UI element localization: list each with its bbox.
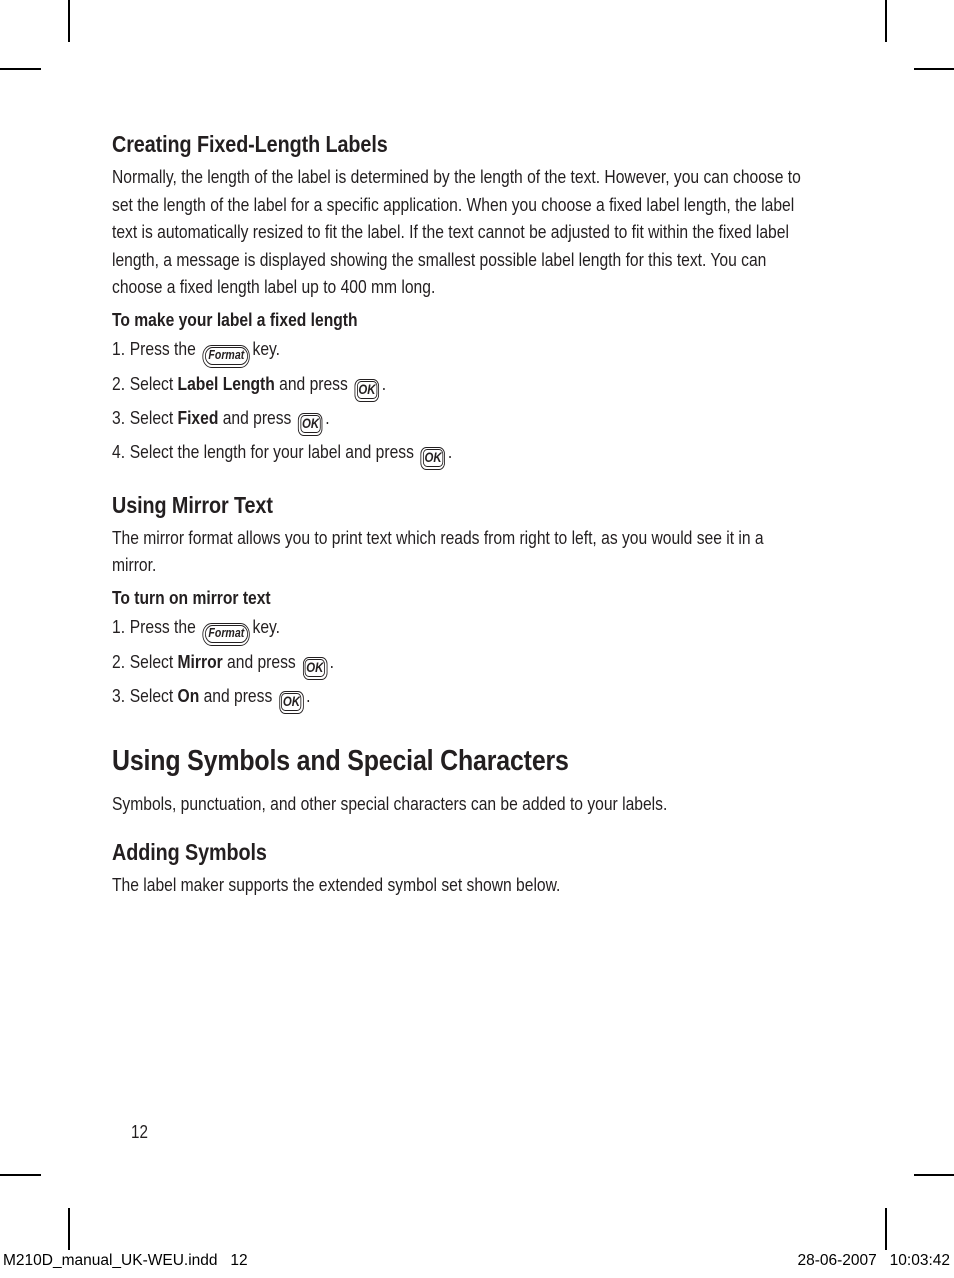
step-text-tail: .	[306, 684, 311, 706]
menu-item-name: Label Length	[177, 372, 275, 394]
step-text-tail: .	[329, 650, 334, 672]
subheading-to-turn-on-mirror-text: To turn on mirror text	[112, 586, 271, 608]
ok-key-icon: OK	[279, 690, 304, 714]
imposition-footer-timestamp: 28-06-2007 10:03:42	[797, 1252, 950, 1269]
step-text: Select the length for your label and pre…	[129, 440, 414, 462]
list-item: 1. Press the Format key.	[112, 333, 812, 368]
step-number: 3.	[112, 406, 126, 428]
subheading-to-make-your-label-a-fixed-length: To make your label a fixed length	[112, 308, 358, 330]
format-key-label: Format	[208, 625, 245, 640]
list-item: 4. Select the length for your label and p…	[112, 436, 812, 470]
format-key-label: Format	[208, 347, 245, 362]
section-heading-adding-symbols: Adding Symbols	[112, 839, 267, 865]
step-text-tail: key.	[252, 337, 281, 359]
ok-key-label: OK	[306, 659, 324, 675]
step-text-tail: .	[381, 372, 387, 394]
ok-key-label: OK	[282, 693, 300, 709]
step-text: Select	[129, 372, 174, 394]
step-text-mid: and press	[222, 406, 292, 428]
step-number: 1.	[112, 337, 126, 359]
section-body-using-symbols: Symbols, punctuation, and other special …	[112, 792, 668, 814]
step-text: Press the	[129, 337, 196, 359]
step-number: 1.	[112, 615, 126, 637]
step-number: 2.	[112, 372, 126, 394]
step-number: 3.	[112, 684, 126, 706]
crop-mark-top-right-horizontal	[914, 68, 954, 70]
format-key-icon: Format	[202, 622, 250, 646]
step-text-mid: and press	[227, 650, 296, 672]
ok-key-icon: OK	[420, 446, 446, 470]
crop-mark-bottom-right-vertical	[885, 1208, 887, 1250]
step-text-mid: and press	[279, 372, 348, 394]
crop-mark-bottom-right-horizontal	[914, 1174, 954, 1176]
step-text: Select	[129, 684, 174, 706]
list-item: 3. Select On and press OK.	[112, 680, 812, 714]
step-list-fixed-length: 1. Press the Format key. 2. Select Label Le…	[112, 333, 812, 470]
chapter-heading-using-symbols-and-special-characters: Using Symbols and Special Characters	[112, 744, 569, 777]
step-number: 4.	[112, 440, 126, 462]
ok-key-icon: OK	[302, 656, 328, 680]
section-heading-creating-fixed-length-labels: Creating Fixed-Length Labels	[112, 131, 388, 157]
list-item: 1. Press the Format key.	[112, 611, 812, 646]
section-body-adding-symbols: The label maker supports the extended sy…	[112, 874, 561, 895]
step-text-tail: .	[325, 406, 330, 428]
crop-mark-bottom-left-horizontal	[0, 1174, 41, 1176]
step-text-tail: key.	[252, 615, 281, 637]
format-key-icon: Format	[202, 344, 250, 368]
step-text: Select	[129, 650, 174, 672]
ok-key-icon: OK	[354, 378, 380, 402]
menu-item-name: Fixed	[177, 406, 219, 428]
list-item: 2. Select Mirror and press OK.	[112, 646, 812, 680]
step-text: Select	[129, 406, 174, 428]
ok-key-label: OK	[301, 415, 320, 431]
crop-mark-bottom-left-vertical	[68, 1208, 70, 1250]
section-heading-using-mirror-text: Using Mirror Text	[112, 491, 273, 518]
list-item: 2. Select Label Length and press OK.	[112, 368, 812, 402]
crop-mark-top-left-vertical	[68, 0, 70, 42]
imposition-footer-filename: M210D_manual_UK-WEU.indd 12	[3, 1252, 248, 1269]
menu-item-name: Mirror	[177, 650, 223, 672]
section-body-using-mirror-text: The mirror format allows you to print te…	[112, 526, 764, 576]
menu-item-name: On	[177, 684, 200, 706]
step-number: 2.	[112, 650, 126, 672]
ok-key-icon: OK	[298, 412, 323, 436]
page-content: Creating Fixed-Length Labels Normally, t…	[112, 131, 812, 899]
ok-key-label: OK	[358, 381, 376, 397]
crop-mark-top-right-vertical	[885, 0, 887, 42]
ok-key-label: OK	[424, 449, 442, 465]
step-text: Press the	[129, 615, 196, 637]
crop-mark-top-left-horizontal	[0, 68, 41, 70]
list-item: 3. Select Fixed and press OK.	[112, 402, 812, 436]
step-text-mid: and press	[203, 684, 273, 706]
step-text-tail: .	[447, 440, 453, 462]
section-body-creating-fixed-length-labels: Normally, the length of the label is det…	[112, 166, 801, 297]
step-list-mirror-text: 1. Press the Format key. 2. Select Mirror a…	[112, 611, 812, 714]
page-number: 12	[131, 1122, 148, 1142]
